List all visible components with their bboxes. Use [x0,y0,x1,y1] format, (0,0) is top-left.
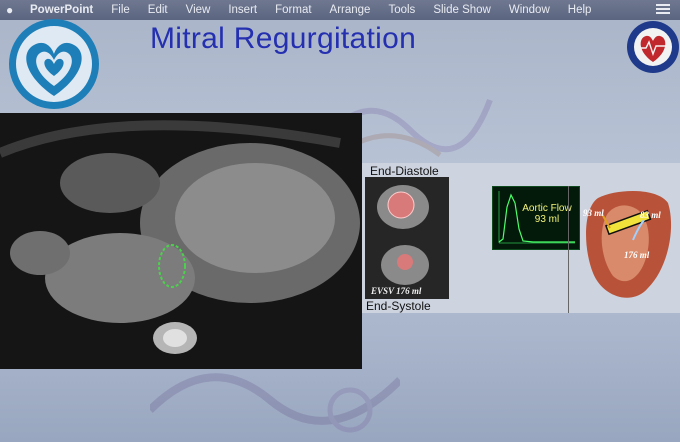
panel-divider [568,186,569,313]
heart-label-83: 83 ml [640,210,661,220]
menu-tools[interactable]: Tools [388,4,415,16]
aortic-flow-plot: Aortic Flow 93 ml [492,186,580,250]
cardiac-mri-image [0,113,362,369]
menu-format[interactable]: Format [275,4,311,16]
apple-menu-icon[interactable]: ● [6,3,18,17]
end-systole-thumbnail: EVSV 176 ml [365,237,449,299]
menu-help[interactable]: Help [568,4,592,16]
app-menu[interactable]: PowerPoint [30,4,93,16]
menu-file[interactable]: File [111,4,130,16]
menu-edit[interactable]: Edit [148,4,168,16]
aortic-flow-value: 93 ml [534,214,560,225]
cardiological-society-logo [627,21,679,73]
aortic-flow-title: Aortic Flow [522,203,572,214]
heart-drawing [586,191,672,298]
menu-view[interactable]: View [186,4,211,16]
diastole-mri-drawing [365,177,449,239]
end-systole-label: End-Systole [366,299,431,313]
society-logo-left [9,19,99,109]
menu-slide-show[interactable]: Slide Show [433,4,491,16]
heart-diagram: 93 ml 83 ml 176 ml [578,188,680,308]
end-diastole-thumbnail [365,177,449,239]
end-diastole-label: End-Diastole [370,164,439,178]
slide-title: Mitral Regurgitation [150,22,417,55]
menu-insert[interactable]: Insert [228,4,257,16]
menu-window[interactable]: Window [509,4,550,16]
list-menu-icon[interactable] [656,4,670,15]
esv-caption: EVSV 176 ml [371,286,422,296]
heart-label-176: 176 ml [624,250,650,260]
menu-arrange[interactable]: Arrange [330,4,371,16]
mri-image-drawing [0,113,362,369]
heart-label-93: 93 ml [583,208,604,218]
